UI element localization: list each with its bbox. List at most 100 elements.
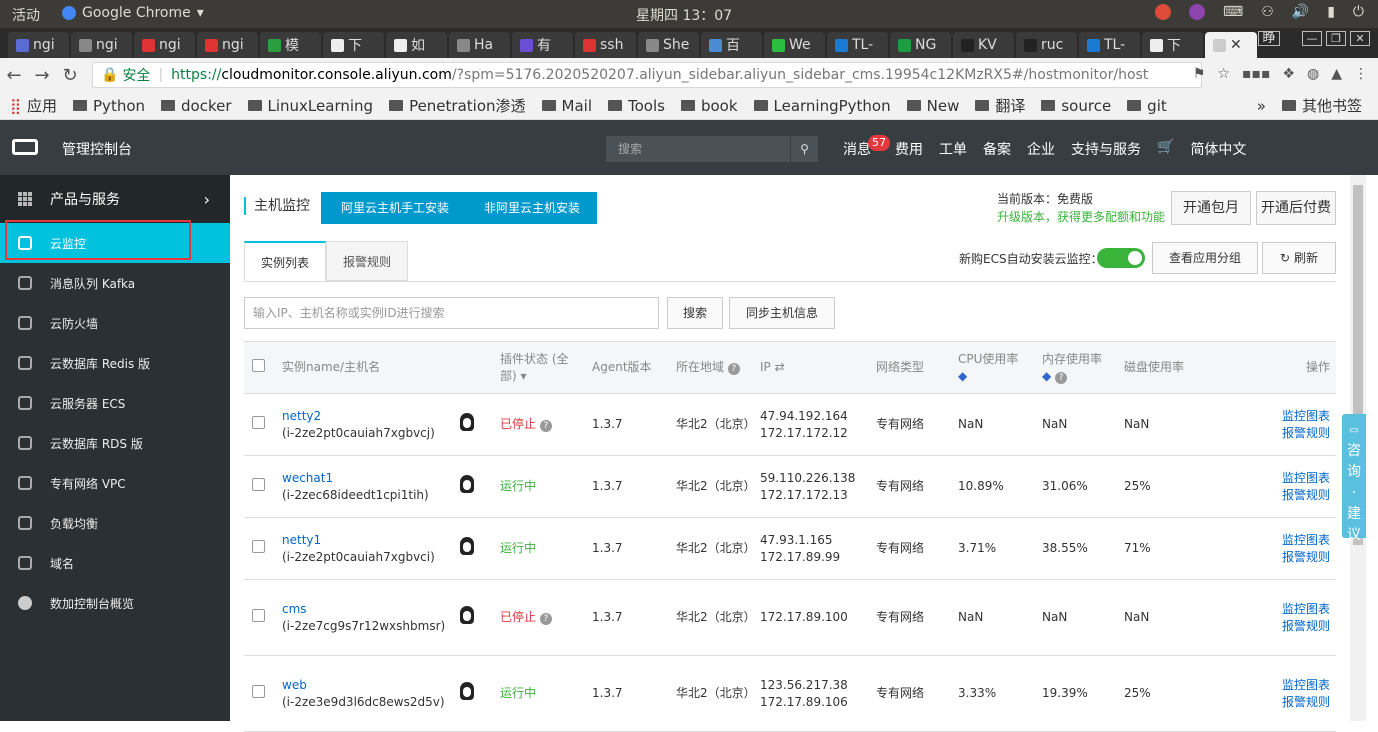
row-checkbox[interactable]: [252, 684, 265, 698]
address-bar[interactable]: 🔒 安全 | https://cloudmonitor.console.aliy…: [92, 62, 1202, 88]
row-checkbox[interactable]: [252, 608, 265, 622]
col-cpu[interactable]: CPU使用率 ◆: [954, 341, 1038, 394]
monitor-chart-link[interactable]: 监控图表: [1204, 532, 1330, 549]
volume-icon[interactable]: 🔊: [1292, 4, 1309, 20]
instance-search-input[interactable]: 输入IP、主机名称或实例ID进行搜索: [244, 297, 659, 329]
sidebar-item[interactable]: 域名: [0, 543, 230, 583]
reload-icon[interactable]: ↻: [56, 65, 84, 86]
sync-hosts-button[interactable]: 同步主机信息: [729, 297, 835, 329]
ime-indicator[interactable]: 睁: [1258, 31, 1280, 46]
nav-messages[interactable]: 消息: [843, 139, 871, 159]
browser-tab[interactable]: ngi: [134, 32, 195, 58]
back-icon[interactable]: ←: [0, 65, 28, 86]
active-tab[interactable]: ✕: [1205, 32, 1257, 58]
help-icon[interactable]: ?: [727, 363, 740, 375]
forward-icon[interactable]: →: [28, 65, 56, 86]
instance-name-link[interactable]: netty1: [282, 532, 452, 549]
bookmark-folder[interactable]: docker: [161, 97, 232, 115]
bookmarks-overflow-button[interactable]: »: [1257, 97, 1266, 115]
bookmark-folder[interactable]: 翻译: [975, 95, 1025, 116]
help-icon[interactable]: ?: [539, 613, 552, 625]
help-icon[interactable]: ?: [1055, 371, 1068, 384]
close-window-button[interactable]: ✕: [1350, 31, 1370, 46]
col-mem[interactable]: 内存使用率 ◆ ?: [1038, 341, 1120, 394]
browser-tab[interactable]: ngi: [197, 32, 258, 58]
other-bookmarks[interactable]: 其他书签: [1281, 95, 1362, 116]
auto-install-toggle[interactable]: [1097, 248, 1145, 268]
console-search-input[interactable]: 搜索 ⚲: [606, 136, 818, 162]
sidebar-item[interactable]: 负载均衡: [0, 503, 230, 543]
monthly-button[interactable]: 开通包月: [1171, 191, 1251, 225]
battery-icon[interactable]: ▮: [1327, 4, 1335, 20]
tab-alarm-rules[interactable]: 报警规则: [326, 241, 409, 281]
upgrade-link[interactable]: 升级版本，获得更多配额和功能: [997, 208, 1165, 226]
bookmark-folder[interactable]: LinuxLearning: [247, 97, 373, 115]
nav-support[interactable]: 支持与服务: [1071, 139, 1141, 159]
dropbox-icon[interactable]: ❖: [1282, 66, 1295, 82]
minimize-button[interactable]: —: [1302, 31, 1322, 46]
sidebar-item[interactable]: 专有网络 VPC: [0, 463, 230, 503]
instance-name-link[interactable]: netty2: [282, 408, 452, 425]
power-icon[interactable]: ⏻: [1353, 4, 1364, 20]
browser-tab[interactable]: ngi: [8, 32, 69, 58]
maximize-button[interactable]: ❐: [1326, 31, 1346, 46]
page-action-icon[interactable]: ⚑: [1193, 66, 1206, 82]
browser-tab[interactable]: TL-: [827, 32, 888, 58]
bookmark-folder[interactable]: Mail: [541, 97, 592, 115]
sidebar-item[interactable]: 云服务器 ECS: [0, 383, 230, 423]
products-services-menu[interactable]: 产品与服务 ›: [0, 175, 230, 223]
swap-icon[interactable]: ⇄: [775, 360, 785, 374]
sidebar-item[interactable]: 数加控制台概览: [0, 583, 230, 623]
nav-enterprise[interactable]: 企业: [1027, 139, 1055, 159]
select-all-checkbox[interactable]: [252, 358, 265, 372]
instance-name-link[interactable]: wechat1: [282, 470, 452, 487]
menu-icon[interactable]: ⋮: [1354, 66, 1368, 82]
row-checkbox[interactable]: [252, 415, 265, 429]
extension-icon[interactable]: ▪▪▪: [1242, 66, 1270, 82]
browser-tab[interactable]: 百: [701, 32, 762, 58]
browser-tab[interactable]: 下: [323, 32, 384, 58]
bookmark-apps[interactable]: ⣿ 应用: [10, 95, 57, 116]
sort-icon[interactable]: ◆: [1042, 369, 1051, 383]
non-aliyun-install-button[interactable]: 非阿里云主机安装: [467, 192, 597, 224]
browser-tab[interactable]: 下: [1142, 32, 1203, 58]
help-icon[interactable]: ?: [539, 420, 552, 432]
network-icon[interactable]: ⚇: [1261, 4, 1274, 20]
drive-icon[interactable]: ▲: [1331, 66, 1342, 82]
sidebar-item[interactable]: 云防火墙: [0, 303, 230, 343]
alarm-rule-link[interactable]: 报警规则: [1204, 487, 1330, 504]
bookmark-folder[interactable]: LearningPython: [753, 97, 891, 115]
alarm-rule-link[interactable]: 报警规则: [1204, 549, 1330, 566]
browser-tab[interactable]: We: [764, 32, 825, 58]
nav-language[interactable]: 简体中文: [1190, 139, 1246, 159]
bookmark-star-icon[interactable]: ☆: [1217, 66, 1230, 82]
browser-tab[interactable]: ngi: [71, 32, 132, 58]
bookmark-folder[interactable]: git: [1127, 97, 1167, 115]
alarm-rule-link[interactable]: 报警规则: [1204, 618, 1330, 635]
browser-tab[interactable]: KV: [953, 32, 1014, 58]
row-checkbox[interactable]: [252, 539, 265, 553]
console-title[interactable]: 管理控制台: [62, 139, 132, 159]
aliyun-logo-icon[interactable]: [12, 139, 38, 155]
search-button[interactable]: 搜索: [667, 297, 723, 329]
tab-instances[interactable]: 实例列表: [244, 241, 327, 281]
browser-tab[interactable]: NG: [890, 32, 951, 58]
bookmark-folder[interactable]: Tools: [607, 97, 665, 115]
bookmark-folder[interactable]: Penetration渗透: [389, 95, 526, 116]
browser-tab[interactable]: 模: [260, 32, 321, 58]
col-plugin[interactable]: 插件状态 (全部) ▾: [496, 341, 588, 394]
clock[interactable]: 星期四 13：07: [636, 5, 732, 25]
bookmark-folder[interactable]: Python: [73, 97, 145, 115]
sidebar-item[interactable]: 消息队列 Kafka: [0, 263, 230, 303]
browser-tab[interactable]: 有: [512, 32, 573, 58]
row-checkbox[interactable]: [252, 477, 265, 491]
consult-button[interactable]: ▭ 咨询·建议: [1342, 414, 1366, 543]
browser-tab[interactable]: 如: [386, 32, 447, 58]
close-tab-icon[interactable]: ✕: [1230, 37, 1242, 53]
nav-tickets[interactable]: 工单: [939, 139, 967, 159]
chrome-tray-icon[interactable]: [1154, 4, 1171, 20]
col-name[interactable]: 实例name/主机名: [278, 341, 456, 394]
browser-tab[interactable]: She: [638, 32, 699, 58]
extension-2-icon[interactable]: ◍: [1307, 66, 1319, 82]
keyboard-icon[interactable]: ⌨: [1223, 4, 1243, 20]
